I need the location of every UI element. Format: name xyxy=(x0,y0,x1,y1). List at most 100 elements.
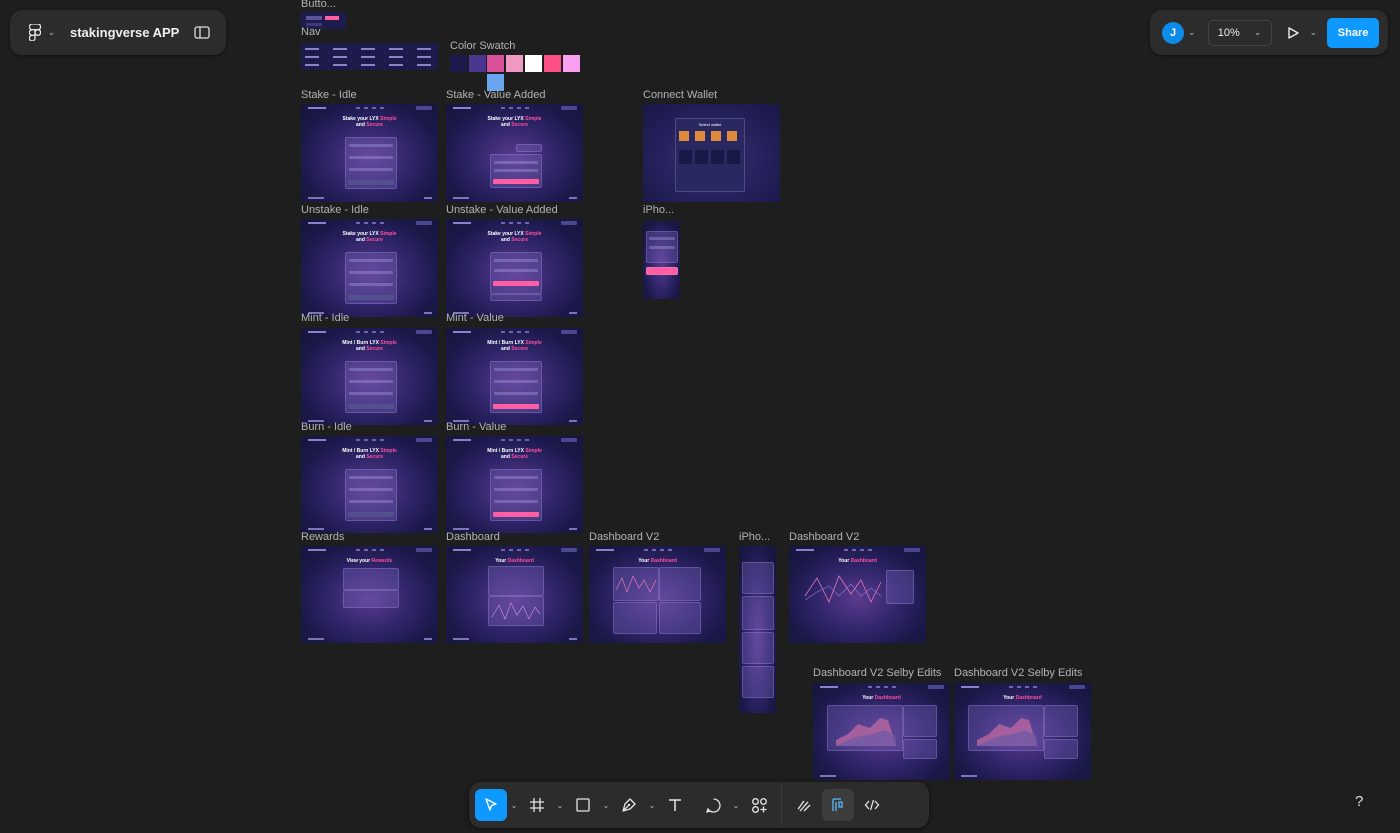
design-mode-button[interactable] xyxy=(822,789,854,821)
nav-row xyxy=(305,48,434,50)
avatar[interactable]: J xyxy=(1162,21,1184,44)
frame-label-stake-idle[interactable]: Stake - Idle xyxy=(301,89,357,101)
mock-card xyxy=(659,602,701,634)
color-swatch[interactable] xyxy=(450,55,467,72)
frame-iphone-2[interactable] xyxy=(739,546,776,713)
color-swatch[interactable] xyxy=(487,55,504,72)
frame-label-mint-value[interactable]: Mint - Value xyxy=(446,312,504,324)
frame-label-selby-2[interactable]: Dashboard V2 Selby Edits xyxy=(954,667,1082,679)
mock-nav xyxy=(446,328,583,336)
frame-label-connect-wallet[interactable]: Connect Wallet xyxy=(643,89,717,101)
frame-label-burn-value[interactable]: Burn - Value xyxy=(446,421,506,433)
mock-heading: Your Dashboard xyxy=(862,695,901,701)
mock-nav xyxy=(301,436,438,444)
frame-label-iphone-2[interactable]: iPho... xyxy=(739,531,770,543)
mock-heading: Stake your LYX Simple and Secure xyxy=(342,116,397,128)
frame-label-stake-value[interactable]: Stake - Value Added xyxy=(446,89,545,101)
color-swatch[interactable] xyxy=(563,55,580,72)
mock-heading: Your Dashboard xyxy=(838,558,877,564)
mock-heading: Stake your LYX Simple and Secure xyxy=(342,231,397,243)
frame-stake-idle[interactable]: Stake your LYX Simple and Secure xyxy=(301,104,438,202)
mock-card xyxy=(968,705,1044,751)
frame-mint-value[interactable]: Mint / Burn LYX Simple and Secure xyxy=(446,328,583,425)
chevron-down-icon[interactable]: ⌄ xyxy=(553,801,567,810)
comment-tool-button[interactable] xyxy=(697,789,729,821)
mock-card xyxy=(1044,705,1078,737)
frame-mint-idle[interactable]: Mint / Burn LYX Simple and Secure xyxy=(301,328,438,425)
wallet-modal-title: Select wallet xyxy=(698,122,722,127)
mock-card xyxy=(490,361,542,413)
mock-heading: Mint / Burn LYX Simple and Secure xyxy=(342,340,397,352)
frame-stake-value[interactable]: Stake your LYX Simple and Secure xyxy=(446,104,583,202)
chevron-down-icon[interactable]: ⌄ xyxy=(729,801,743,810)
color-swatch[interactable] xyxy=(506,55,523,72)
dev-mode-button[interactable] xyxy=(856,789,888,821)
chevron-down-icon[interactable]: ⌄ xyxy=(1188,27,1196,38)
wallet-icons xyxy=(679,131,741,141)
frame-label-rewards[interactable]: Rewards xyxy=(301,531,344,543)
file-bar: ⌄ stakingverse APP xyxy=(10,10,226,55)
main-menu-button[interactable]: ⌄ xyxy=(20,10,64,55)
frame-unstake-idle[interactable]: Stake your LYX Simple and Secure xyxy=(301,219,438,317)
file-title[interactable]: stakingverse APP xyxy=(70,25,179,40)
frame-label-buttons[interactable]: Butto... xyxy=(301,0,336,10)
frame-rewards[interactable]: View your Rewards xyxy=(301,546,438,643)
frame-label-selby-1[interactable]: Dashboard V2 Selby Edits xyxy=(813,667,941,679)
wallet-modal: Select wallet xyxy=(675,118,745,192)
pen-tool-button[interactable] xyxy=(613,789,645,821)
chevron-down-icon[interactable]: ⌄ xyxy=(645,801,659,810)
frame-label-mint-idle[interactable]: Mint - Idle xyxy=(301,312,349,324)
frame-selby-1[interactable]: Your Dashboard xyxy=(813,683,950,780)
mock-nav xyxy=(789,546,926,554)
mock-heading: Your Dashboard xyxy=(495,558,534,564)
chevron-down-icon[interactable]: ⌄ xyxy=(507,801,521,810)
frame-dashboard[interactable]: Your Dashboard xyxy=(446,546,583,643)
actions-icon xyxy=(751,797,767,813)
move-tool-button[interactable] xyxy=(475,789,507,821)
frame-label-nav[interactable]: Nav xyxy=(301,26,321,38)
color-swatch[interactable] xyxy=(469,55,486,72)
mock-nav xyxy=(446,436,583,444)
frame-label-dashboard[interactable]: Dashboard xyxy=(446,531,500,543)
mock-card xyxy=(488,566,544,596)
present-button[interactable]: ⌄ xyxy=(1286,26,1317,40)
share-button[interactable]: Share xyxy=(1327,17,1380,48)
shape-tool-button[interactable] xyxy=(567,789,599,821)
text-tool-button[interactable] xyxy=(659,789,691,821)
chevron-down-icon: ⌄ xyxy=(47,27,56,37)
frame-burn-value[interactable]: Mint / Burn LYX Simple and Secure xyxy=(446,436,583,533)
frame-dashboard-v2[interactable]: Your Dashboard xyxy=(589,546,726,643)
text-icon xyxy=(669,799,681,811)
help-button[interactable]: ? xyxy=(1355,793,1363,810)
actions-tool-button[interactable] xyxy=(743,789,775,821)
zoom-dropdown[interactable]: 10% ⌄ xyxy=(1207,19,1272,46)
frame-label-burn-idle[interactable]: Burn - Idle xyxy=(301,421,352,433)
mock-card xyxy=(345,252,397,304)
frame-burn-idle[interactable]: Mint / Burn LYX Simple and Secure xyxy=(301,436,438,533)
frame-label-unstake-idle[interactable]: Unstake - Idle xyxy=(301,204,369,216)
frame-label-dashboard-v2b[interactable]: Dashboard V2 xyxy=(789,531,859,543)
frame-tool-button[interactable] xyxy=(521,789,553,821)
mock-card xyxy=(903,705,937,737)
frame-label-dashboard-v2[interactable]: Dashboard V2 xyxy=(589,531,659,543)
color-swatch[interactable] xyxy=(525,55,542,72)
frame-dashboard-v2b[interactable]: Your Dashboard xyxy=(789,546,926,643)
frame-nav[interactable] xyxy=(301,43,438,70)
frame-selby-2[interactable]: Your Dashboard xyxy=(954,683,1091,780)
mock-nav xyxy=(813,683,950,691)
mock-card xyxy=(659,567,701,601)
color-swatch[interactable] xyxy=(544,55,561,72)
frame-unstake-value[interactable]: Stake your LYX Simple and Secure xyxy=(446,219,583,317)
frame-label-unstake-value[interactable]: Unstake - Value Added xyxy=(446,204,558,216)
frame-connect-wallet[interactable]: Select wallet xyxy=(643,104,780,202)
toggle-sidebar-button[interactable] xyxy=(190,21,214,45)
frame-label-iphone-1[interactable]: iPho... xyxy=(643,204,674,216)
frame-label-color-swatch[interactable]: Color Swatch xyxy=(450,40,515,52)
chevron-down-icon[interactable]: ⌄ xyxy=(599,801,613,810)
cursor-icon xyxy=(485,798,497,811)
draw-mode-button[interactable] xyxy=(788,789,820,821)
frame-iphone-1[interactable] xyxy=(643,221,680,299)
mock-heading: Your Dashboard xyxy=(638,558,677,564)
sidebar-icon xyxy=(194,26,210,39)
button-sample xyxy=(306,16,322,20)
